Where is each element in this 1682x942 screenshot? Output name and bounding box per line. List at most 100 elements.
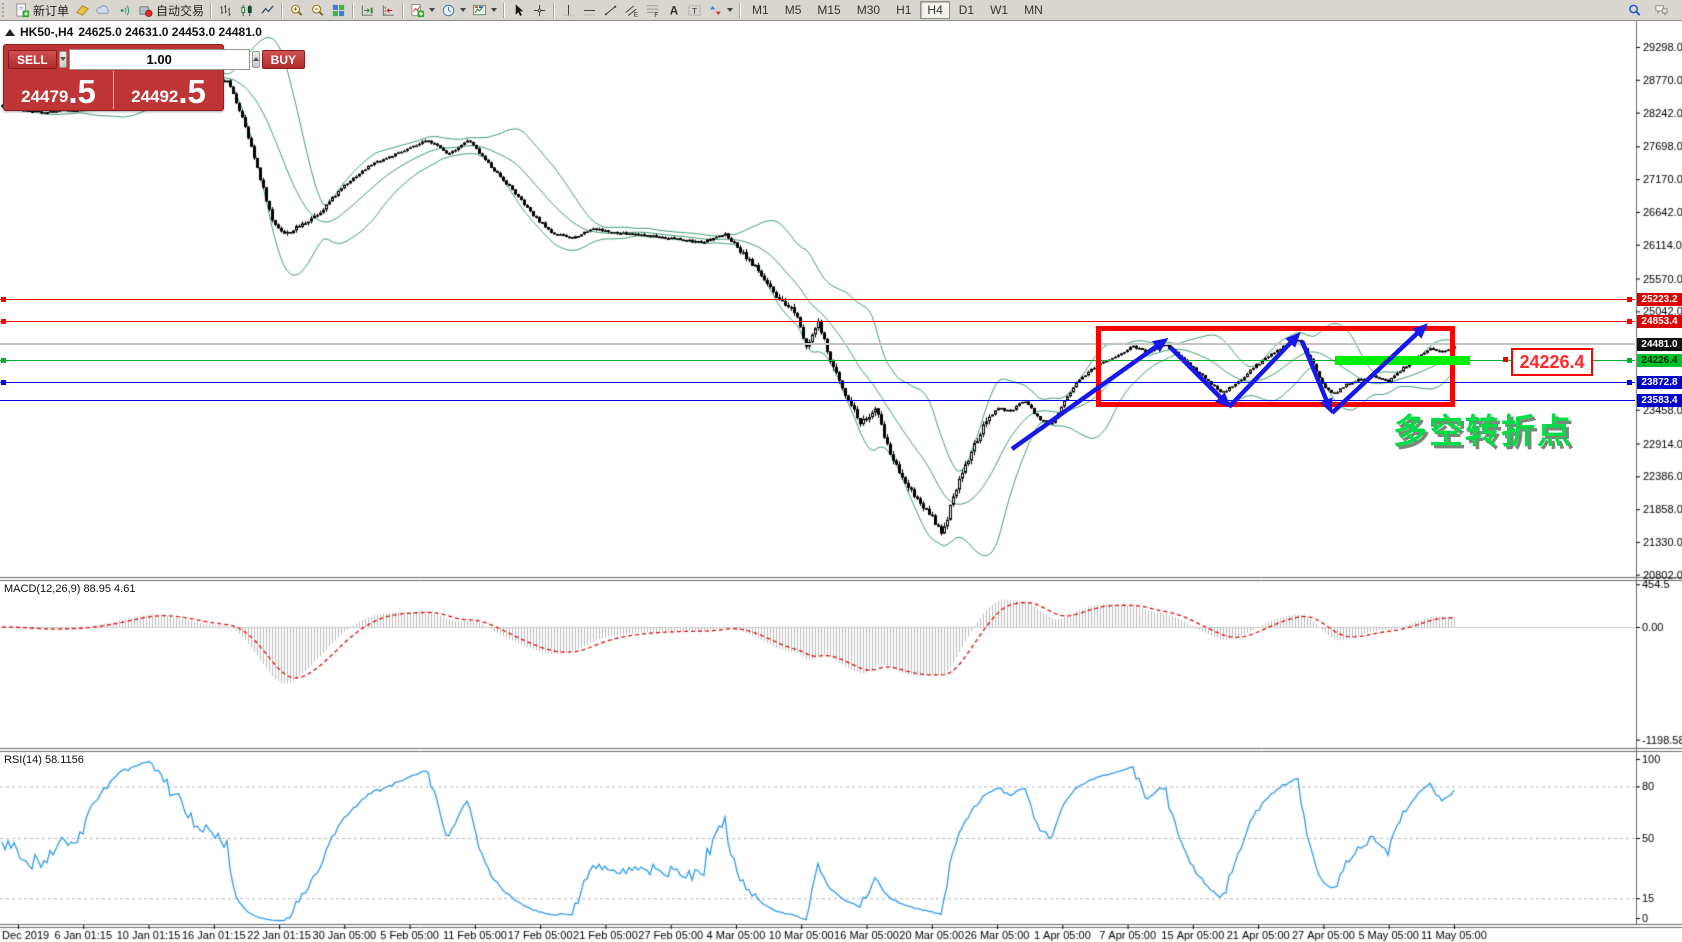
timeframe-m15-button[interactable]: M15 bbox=[810, 1, 847, 19]
trendline-button[interactable] bbox=[600, 2, 621, 19]
text-label-button[interactable]: T bbox=[684, 2, 705, 19]
collapse-triangle-icon[interactable] bbox=[5, 29, 15, 36]
indicators-button[interactable] bbox=[407, 2, 438, 19]
signal-icon bbox=[117, 3, 132, 18]
timeframe-d1-button[interactable]: D1 bbox=[952, 1, 981, 19]
label-icon: T bbox=[687, 3, 702, 18]
sell-button[interactable]: SELL bbox=[8, 50, 57, 69]
chat-icon bbox=[1654, 3, 1669, 18]
candle-chart-icon bbox=[239, 3, 254, 18]
axis-price-badge: 24481.0 bbox=[1637, 338, 1682, 351]
volume-increase-button[interactable] bbox=[252, 51, 260, 68]
zoom-out-icon bbox=[310, 3, 325, 18]
ohlc-readout: 24625.0 24631.0 24453.0 24481.0 bbox=[78, 25, 262, 39]
timeframe-mn-button[interactable]: MN bbox=[1017, 1, 1050, 19]
timeframe-m30-button[interactable]: M30 bbox=[850, 1, 887, 19]
one-click-top-row: SELL BUY bbox=[4, 45, 223, 71]
svg-text:T: T bbox=[692, 5, 697, 15]
macd-label: MACD(12,26,9) 88.95 4.61 bbox=[4, 583, 135, 595]
new-order-button-label: 新订单 bbox=[33, 2, 69, 19]
main-toolbar: 新订单 自动交易 E F A T M1M5M15M30H1H4D1W1MN bbox=[0, 0, 1682, 21]
candle-chart-button[interactable] bbox=[236, 2, 257, 19]
timeframe-m5-button[interactable]: M5 bbox=[778, 1, 809, 19]
autoscroll-icon bbox=[360, 3, 375, 18]
periods-button[interactable] bbox=[438, 2, 469, 19]
autotrade-button-label: 自动交易 bbox=[156, 2, 204, 19]
channel-icon: E bbox=[624, 3, 639, 18]
chart-title: HK50-,H4 24625.0 24631.0 24453.0 24481.0 bbox=[5, 25, 262, 39]
line-chart-icon bbox=[260, 3, 275, 18]
templates-button[interactable] bbox=[469, 2, 500, 19]
periods-icon bbox=[441, 3, 456, 18]
cursor-button[interactable] bbox=[508, 2, 529, 19]
blue-trend-arrow-1[interactable] bbox=[1012, 341, 1164, 449]
timeframe-h1-button[interactable]: H1 bbox=[889, 1, 918, 19]
volume-decrease-button[interactable] bbox=[59, 51, 67, 68]
search-button[interactable] bbox=[1624, 2, 1645, 19]
svg-text:F: F bbox=[654, 12, 658, 18]
axis-price-badge: 24853.4 bbox=[1637, 315, 1682, 328]
zoom-in-button[interactable] bbox=[286, 2, 307, 19]
blue-trend-arrow-4[interactable] bbox=[1302, 341, 1330, 409]
rsi-label: RSI(14) 58.1156 bbox=[4, 754, 84, 766]
timeframe-h4-button[interactable]: H4 bbox=[920, 1, 949, 19]
horizontal-line-button[interactable] bbox=[579, 2, 600, 19]
blue-trend-arrow-5[interactable] bbox=[1332, 327, 1424, 413]
chat-button[interactable] bbox=[1651, 2, 1672, 19]
text-icon: A bbox=[666, 3, 681, 18]
cloud-icon bbox=[96, 3, 111, 18]
trendline-icon bbox=[603, 3, 618, 18]
line-chart-button[interactable] bbox=[257, 2, 278, 19]
signals-button[interactable] bbox=[114, 2, 135, 19]
symbol-period-label: HK50-,H4 bbox=[20, 25, 73, 39]
new-chart-button[interactable] bbox=[72, 2, 93, 19]
one-click-price-row: 24479 .5 24492 .5 bbox=[4, 71, 223, 109]
equidistant-channel-button[interactable]: E bbox=[621, 2, 642, 19]
timeframe-w1-button[interactable]: W1 bbox=[983, 1, 1015, 19]
blue-trend-arrow-2[interactable] bbox=[1170, 347, 1227, 404]
buy-price[interactable]: 24492 .5 bbox=[114, 71, 223, 109]
arrows-button[interactable] bbox=[705, 2, 736, 19]
volume-input[interactable] bbox=[69, 49, 250, 70]
up-arrow-icon bbox=[253, 57, 259, 61]
shift-chart-icon bbox=[381, 3, 396, 18]
vertical-line-button[interactable] bbox=[558, 2, 579, 19]
price-callout-label[interactable]: 24226.4 bbox=[1511, 348, 1593, 376]
autotrade-icon bbox=[138, 3, 153, 18]
tile-windows-button[interactable] bbox=[328, 2, 349, 19]
buy-button[interactable]: BUY bbox=[262, 50, 305, 69]
bar-chart-button[interactable] bbox=[215, 2, 236, 19]
chevron-down-icon bbox=[727, 8, 733, 12]
down-arrow-icon bbox=[60, 57, 66, 61]
arrow-objects-layer bbox=[0, 0, 1682, 942]
buy-price-main: 24492 bbox=[131, 88, 178, 105]
new-order-button[interactable]: 新订单 bbox=[12, 1, 72, 20]
hline-icon bbox=[582, 3, 597, 18]
autoscroll-button[interactable] bbox=[357, 2, 378, 19]
sell-price-main: 24479 bbox=[21, 88, 68, 105]
crosshair-icon bbox=[532, 3, 547, 18]
autotrade-button[interactable]: 自动交易 bbox=[135, 1, 207, 20]
text-button[interactable]: A bbox=[663, 2, 684, 19]
fibonacci-button[interactable]: F bbox=[642, 2, 663, 19]
axis-price-badge: 23872.8 bbox=[1637, 376, 1682, 389]
bar-chart-icon bbox=[218, 3, 233, 18]
svg-text:A: A bbox=[670, 4, 679, 17]
chevron-down-icon bbox=[460, 8, 466, 12]
axis-price-badge: 24226.4 bbox=[1637, 354, 1682, 367]
cursor-icon bbox=[511, 3, 526, 18]
timeframe-m1-button[interactable]: M1 bbox=[745, 1, 776, 19]
sell-price[interactable]: 24479 .5 bbox=[4, 71, 114, 109]
zoom-out-button[interactable] bbox=[307, 2, 328, 19]
blue-trend-arrow-3[interactable] bbox=[1229, 336, 1297, 407]
fibo-icon: F bbox=[645, 3, 660, 18]
search-icon bbox=[1627, 3, 1642, 18]
tile-windows-icon bbox=[331, 3, 346, 18]
chart-window-icon bbox=[75, 3, 90, 18]
chevron-down-icon bbox=[429, 8, 435, 12]
publish-button[interactable] bbox=[93, 2, 114, 19]
sell-price-pips: .5 bbox=[68, 79, 96, 105]
shift-chart-button[interactable] bbox=[378, 2, 399, 19]
crosshair-button[interactable] bbox=[529, 2, 550, 19]
turning-point-note[interactable]: 多空转折点 bbox=[1393, 404, 1573, 453]
